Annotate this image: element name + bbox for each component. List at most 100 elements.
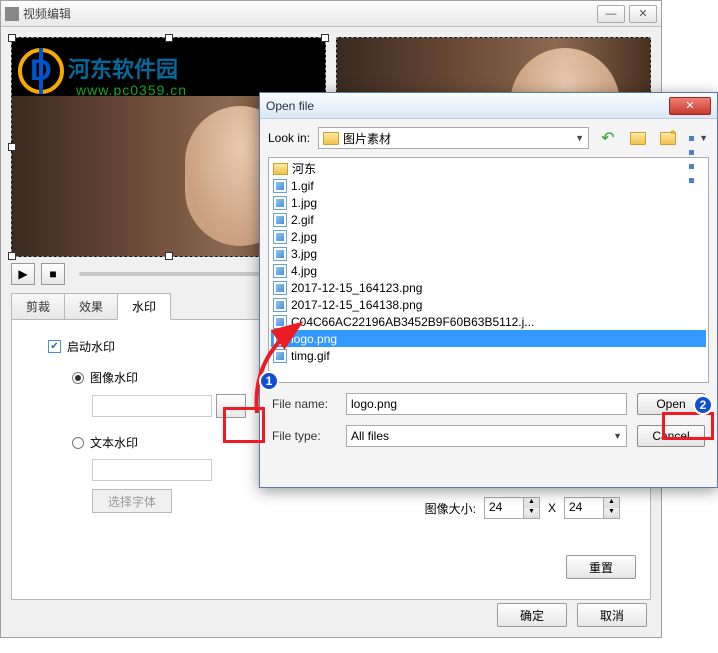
file-name: 1.jpg bbox=[291, 196, 317, 210]
file-item[interactable]: 2017-12-15_164123.png bbox=[271, 279, 706, 296]
spin-down-icon[interactable]: ▼ bbox=[523, 508, 539, 518]
window-title: 视频编辑 bbox=[23, 5, 593, 22]
dialog-cancel-button[interactable]: Cancel bbox=[637, 425, 705, 447]
file-name: 3.jpg bbox=[291, 247, 317, 261]
dialog-title: Open file bbox=[266, 99, 669, 113]
file-item[interactable]: 河东 bbox=[271, 160, 706, 177]
resize-handle[interactable] bbox=[165, 34, 173, 42]
tab-crop[interactable]: 剪裁 bbox=[11, 293, 65, 319]
resize-handle[interactable] bbox=[8, 252, 16, 260]
file-name: C04C66AC22196AB3452B9F60B63B5112.j... bbox=[291, 315, 534, 329]
file-item[interactable]: 2.gif bbox=[271, 211, 706, 228]
file-name: 2017-12-15_164123.png bbox=[291, 281, 422, 295]
file-item[interactable]: 1.jpg bbox=[271, 194, 706, 211]
lookin-value: 图片素材 bbox=[343, 130, 391, 147]
folder-icon bbox=[323, 132, 339, 145]
spin-up-icon[interactable]: ▲ bbox=[603, 498, 619, 508]
file-list[interactable]: 河东 1.gif 1.jpg2.gif 2.jpg 3.jpg 4.jpg 2017-12-… bbox=[268, 157, 709, 383]
lookin-combo[interactable]: 图片素材 ▼ bbox=[318, 127, 589, 149]
back-arrow-icon: ↶ bbox=[601, 128, 614, 148]
stop-button[interactable]: ■ bbox=[41, 263, 65, 285]
watermark-overlay: D bbox=[18, 48, 64, 94]
dialog-close-button[interactable]: ✕ bbox=[669, 97, 711, 115]
spin-up-icon[interactable]: ▲ bbox=[523, 498, 539, 508]
app-icon bbox=[5, 7, 19, 21]
file-item[interactable]: 1.gif bbox=[271, 177, 706, 194]
annotation-number-2: 2 bbox=[693, 395, 713, 415]
chevron-down-icon: ▼ bbox=[575, 133, 584, 143]
back-button[interactable]: ↶ bbox=[597, 127, 619, 149]
dialog-buttons: 确定 取消 bbox=[497, 603, 647, 627]
choose-font-button[interactable]: 选择字体 bbox=[92, 489, 172, 513]
chevron-down-icon: ▼ bbox=[699, 133, 708, 143]
view-mode-button[interactable]: ▼ bbox=[687, 127, 709, 149]
image-watermark-radio[interactable] bbox=[72, 372, 84, 384]
file-item[interactable]: C04C66AC22196AB3452B9F60B63B5112.j... bbox=[271, 313, 706, 330]
annotation-number-1: 1 bbox=[259, 371, 279, 391]
filetype-label: File type: bbox=[272, 429, 336, 443]
chevron-down-icon: ▼ bbox=[613, 431, 622, 441]
dialog-toolbar: Look in: 图片素材 ▼ ↶ * ▼ bbox=[260, 119, 717, 157]
file-item[interactable]: timg.gif bbox=[271, 347, 706, 364]
file-name: 2.jpg bbox=[291, 230, 317, 244]
file-name: 2017-12-15_164138.png bbox=[291, 298, 422, 312]
ok-button[interactable]: 确定 bbox=[497, 603, 567, 627]
filename-input[interactable] bbox=[346, 393, 627, 415]
annotation-arrow bbox=[242, 318, 322, 428]
image-file-icon bbox=[273, 179, 287, 193]
resize-handle[interactable] bbox=[321, 34, 329, 42]
filetype-value: All files bbox=[351, 429, 389, 443]
text-watermark-input[interactable] bbox=[92, 459, 212, 481]
file-item[interactable]: logo.png bbox=[271, 330, 706, 347]
image-size-row: 图像大小: 24 ▲▼ X 24 ▲▼ bbox=[425, 497, 620, 519]
image-file-icon bbox=[273, 230, 287, 244]
file-item[interactable]: 3.jpg bbox=[271, 245, 706, 262]
up-folder-button[interactable] bbox=[627, 127, 649, 149]
resize-handle[interactable] bbox=[8, 143, 16, 151]
minimize-button[interactable]: — bbox=[597, 5, 625, 23]
folder-icon bbox=[273, 163, 288, 175]
image-size-label: 图像大小: bbox=[425, 500, 476, 517]
reset-button[interactable]: 重置 bbox=[566, 555, 636, 579]
image-file-icon bbox=[273, 247, 287, 261]
grid-icon bbox=[688, 131, 699, 145]
image-file-icon bbox=[273, 213, 287, 227]
file-item[interactable]: 4.jpg bbox=[271, 262, 706, 279]
enable-watermark-label: 启动水印 bbox=[67, 338, 115, 355]
file-name: 河东 bbox=[292, 160, 316, 177]
lookin-label: Look in: bbox=[268, 131, 310, 145]
height-value[interactable]: 24 bbox=[565, 498, 603, 518]
image-file-icon bbox=[273, 264, 287, 278]
dialog-bottom: File name: Open File type: All files ▼ C… bbox=[260, 383, 717, 467]
enable-watermark-checkbox[interactable]: ✔ bbox=[48, 340, 61, 353]
file-item[interactable]: 2017-12-15_164138.png bbox=[271, 296, 706, 313]
close-button[interactable]: ✕ bbox=[629, 5, 657, 23]
tab-effect[interactable]: 效果 bbox=[64, 293, 118, 319]
folder-up-icon bbox=[630, 132, 646, 145]
width-value[interactable]: 24 bbox=[485, 498, 523, 518]
filetype-combo[interactable]: All files ▼ bbox=[346, 425, 627, 447]
resize-handle[interactable] bbox=[165, 252, 173, 260]
resize-handle[interactable] bbox=[8, 34, 16, 42]
text-watermark-label: 文本水印 bbox=[90, 434, 138, 451]
image-watermark-label: 图像水印 bbox=[90, 369, 138, 386]
file-name: 1.gif bbox=[291, 179, 314, 193]
image-path-input[interactable] bbox=[92, 395, 212, 417]
file-name: 4.jpg bbox=[291, 264, 317, 278]
cancel-button[interactable]: 取消 bbox=[577, 603, 647, 627]
dialog-titlebar: Open file ✕ bbox=[260, 93, 717, 119]
image-file-icon bbox=[273, 298, 287, 312]
size-x: X bbox=[548, 501, 556, 515]
new-folder-button[interactable]: * bbox=[657, 127, 679, 149]
star-icon: * bbox=[670, 126, 675, 142]
play-button[interactable]: ▶ bbox=[11, 263, 35, 285]
width-spinner[interactable]: 24 ▲▼ bbox=[484, 497, 540, 519]
open-file-dialog: Open file ✕ Look in: 图片素材 ▼ ↶ * ▼ 河东 1.gi… bbox=[259, 92, 718, 488]
height-spinner[interactable]: 24 ▲▼ bbox=[564, 497, 620, 519]
image-file-icon bbox=[273, 281, 287, 295]
file-item[interactable]: 2.jpg bbox=[271, 228, 706, 245]
spin-down-icon[interactable]: ▼ bbox=[603, 508, 619, 518]
image-file-icon bbox=[273, 196, 287, 210]
text-watermark-radio[interactable] bbox=[72, 437, 84, 449]
tab-watermark[interactable]: 水印 bbox=[117, 293, 171, 320]
